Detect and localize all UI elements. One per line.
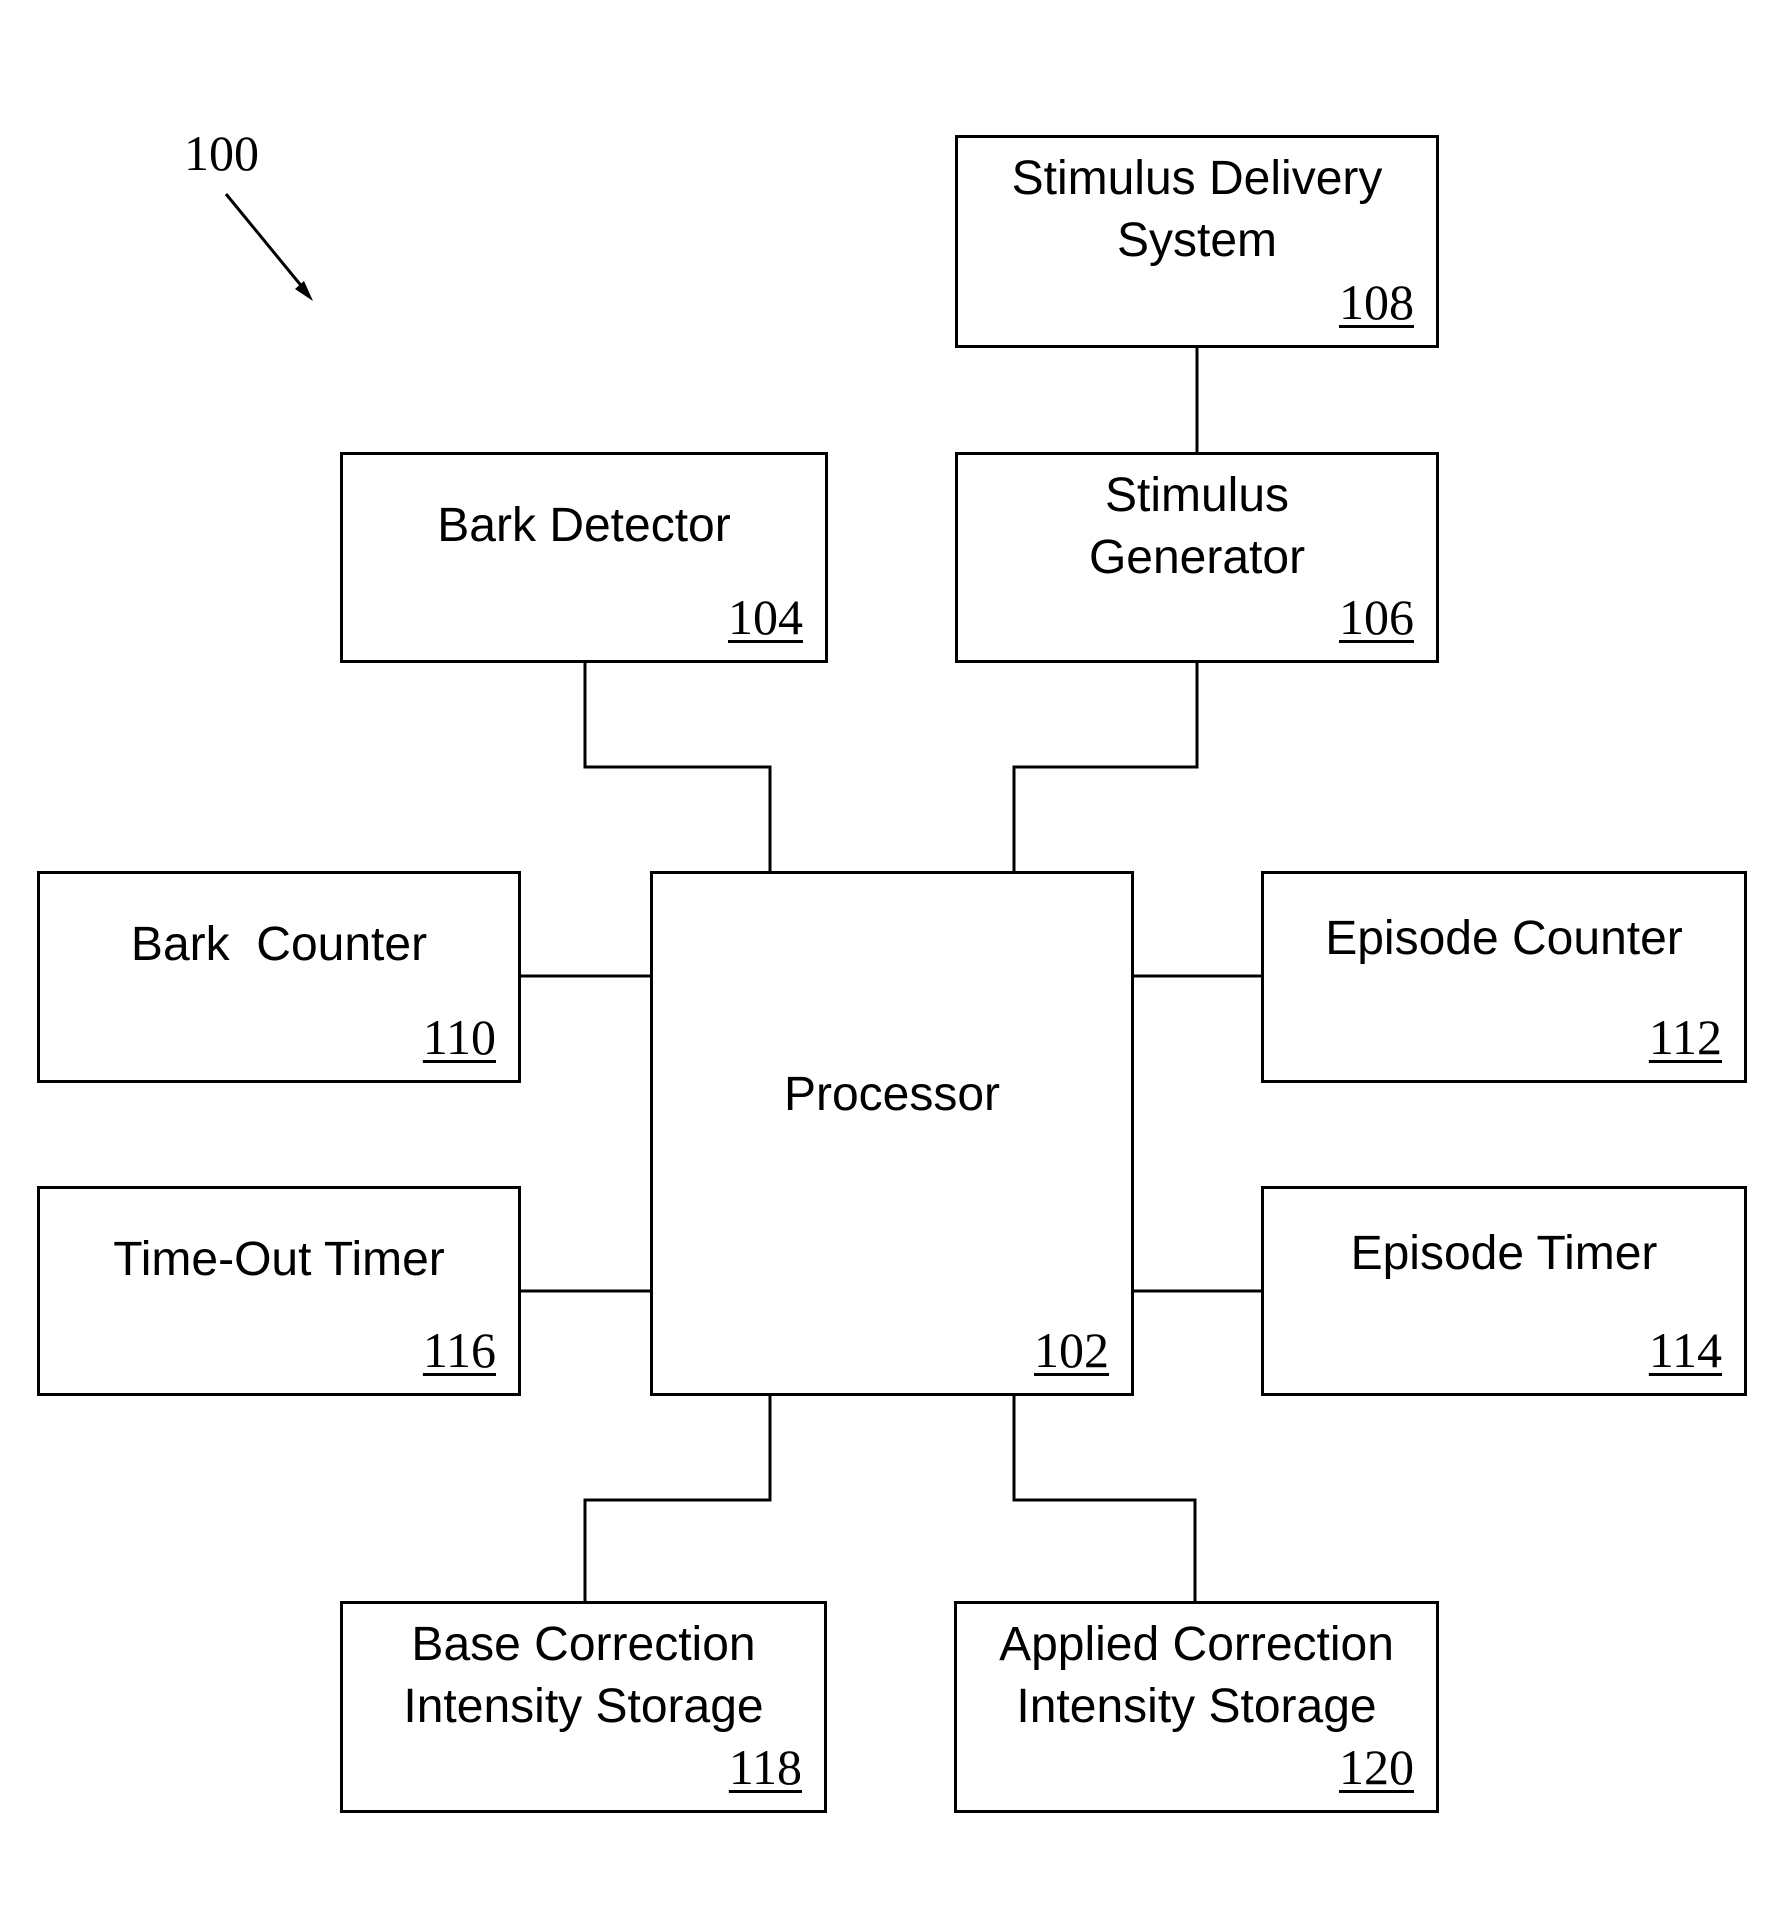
arrowhead-icon [295,281,313,301]
connector-generator-processor [1012,663,1199,871]
connector-detector-processor [583,663,772,871]
block-label: Episode Timer [1350,1227,1658,1280]
processor-block: Processor 102 [650,871,1134,1396]
base-correction-storage-block: Base Correction Intensity Storage 118 [340,1601,827,1813]
block-label: Applied Correction Intensity Storage [999,1618,1394,1733]
figure-reference: 100 [184,125,259,181]
connector-processor-applied [1012,1396,1197,1601]
block-ref: 110 [422,1009,496,1065]
block-ref: 114 [1648,1322,1722,1378]
block-ref: 116 [422,1322,496,1378]
block-label: Base Correction Intensity Storage [403,1618,764,1733]
applied-correction-storage-block: Applied Correction Intensity Storage 120 [954,1601,1439,1813]
block-label: Bark Detector [437,499,731,552]
connector-processor-base [583,1396,772,1601]
block-label: Stimulus Delivery System [1011,152,1383,267]
block-ref: 120 [1339,1739,1414,1795]
bark-detector-block: Bark Detector 104 [340,452,828,663]
block-label: Stimulus Generator [1088,469,1306,584]
timeout-timer-block: Time-Out Timer 116 [37,1186,521,1396]
episode-timer-block: Episode Timer 114 [1261,1186,1747,1396]
episode-counter-block: Episode Counter 112 [1261,871,1747,1083]
block-ref: 104 [728,589,803,645]
block-label: Processor [783,1068,1001,1121]
block-ref: 106 [1339,589,1414,645]
block-label: Time-Out Timer [113,1233,445,1286]
block-ref: 108 [1339,274,1414,330]
stimulus-delivery-block: Stimulus Delivery System 108 [955,135,1439,348]
bark-counter-block: Bark Counter 110 [37,871,521,1083]
block-ref: 118 [728,1739,802,1795]
block-label: Bark Counter [130,918,428,971]
block-ref: 102 [1034,1322,1109,1378]
block-ref: 112 [1648,1009,1722,1065]
stimulus-generator-block: Stimulus Generator 106 [955,452,1439,663]
arrow-icon [224,193,310,295]
block-label: Episode Counter [1325,912,1683,965]
